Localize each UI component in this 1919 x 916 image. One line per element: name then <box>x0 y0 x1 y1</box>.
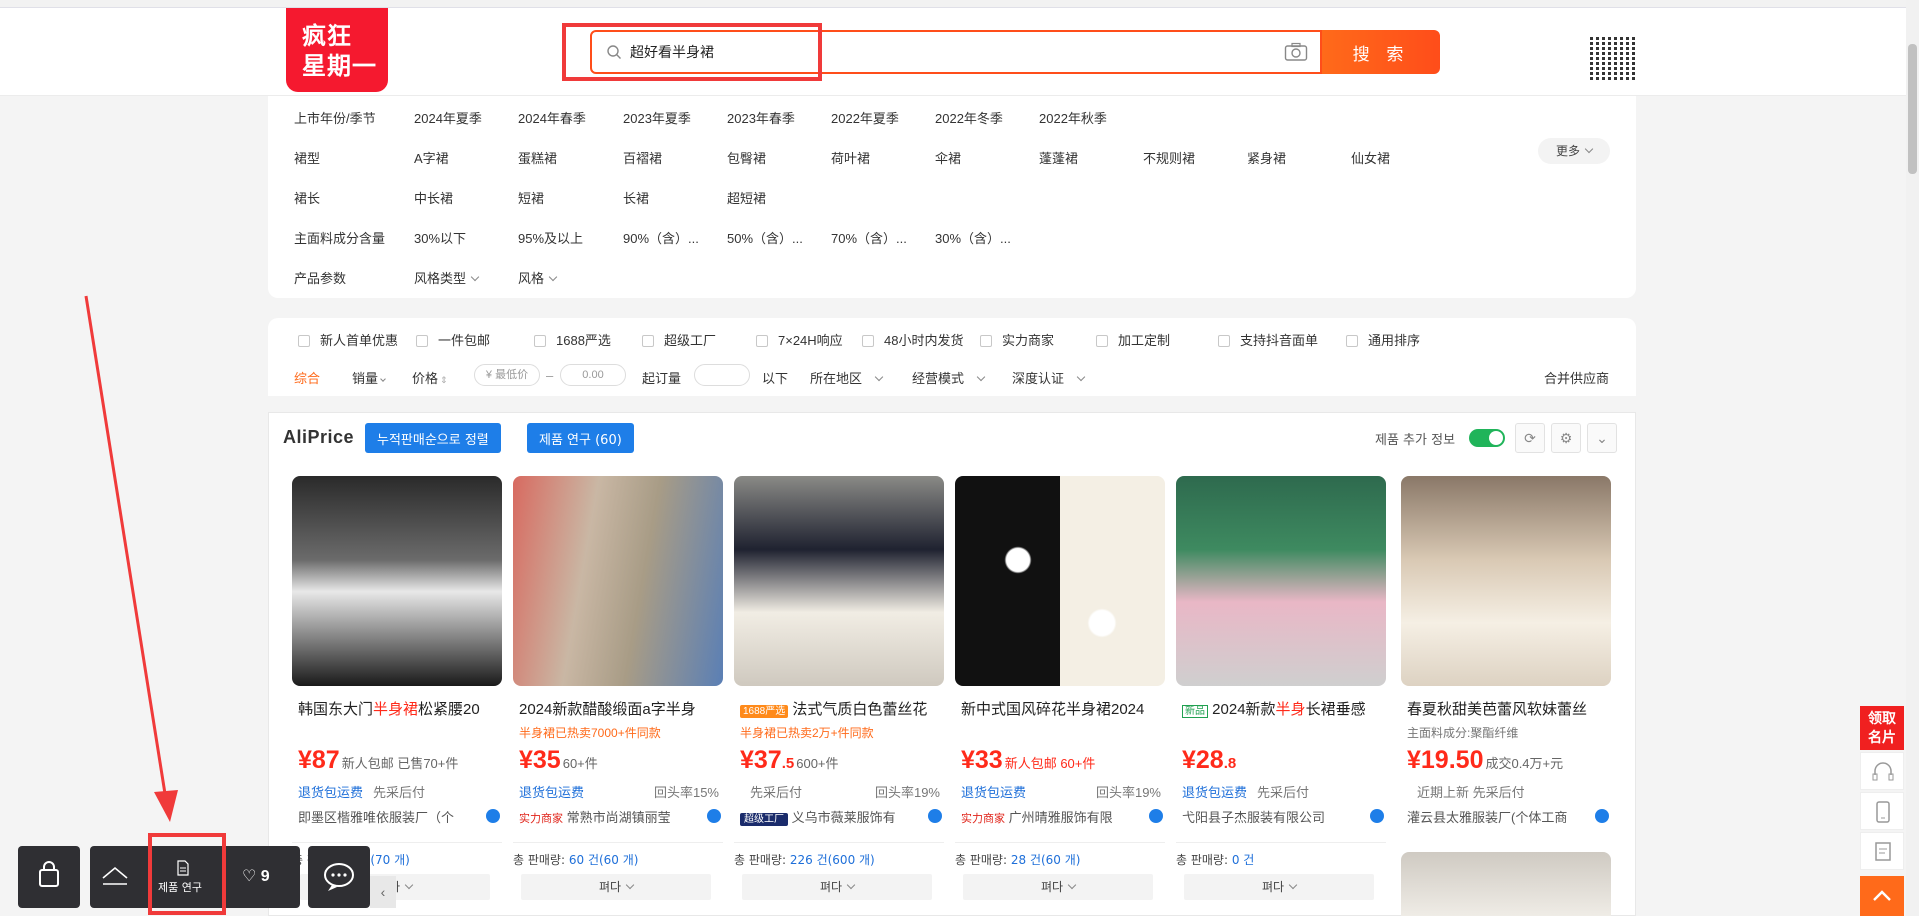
annotation-arrow-icon <box>84 295 178 822</box>
chevron-up-icon <box>1873 890 1891 901</box>
headset-icon[interactable] <box>1860 752 1904 790</box>
headset-svg <box>1872 762 1894 781</box>
card-line-1: 领取 <box>1868 710 1896 726</box>
chat-button[interactable] <box>308 846 370 908</box>
cart-button[interactable] <box>18 846 80 908</box>
heart-icon: ♡ <box>242 868 257 885</box>
favorites-count: 9 <box>260 868 270 885</box>
favorites-button[interactable]: ♡ 9 <box>242 866 270 886</box>
mobile-svg <box>1876 801 1890 823</box>
card-line-2: 名片 <box>1868 729 1896 745</box>
back-to-top-icon[interactable] <box>1860 876 1904 916</box>
feedback-svg <box>1875 842 1891 861</box>
collapse-left-icon[interactable]: ‹ <box>370 876 396 908</box>
shopping-bag-icon <box>39 861 59 887</box>
highlight-box-research <box>148 833 226 915</box>
mobile-icon[interactable] <box>1860 792 1904 830</box>
chat-bubble-icon <box>324 863 354 891</box>
business-card-badge[interactable]: 领取 名片 <box>1860 706 1904 750</box>
feedback-icon[interactable] <box>1860 832 1904 870</box>
scrollbar-thumb[interactable] <box>1908 44 1917 174</box>
home-roof-icon[interactable] <box>100 862 130 892</box>
page: 疯狂 星期一 搜 索 上市年份/季节2024年夏季2024年春季2023年夏季2… <box>0 0 1919 916</box>
